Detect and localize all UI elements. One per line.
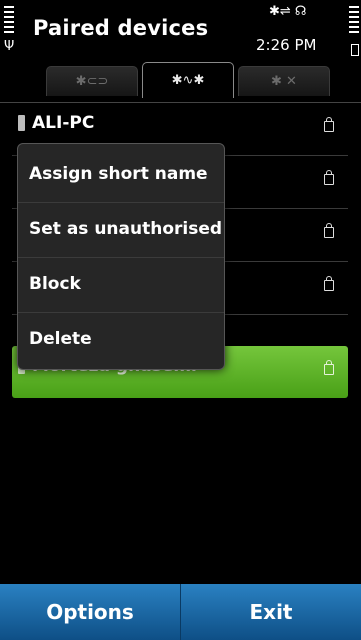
- softkey-bar: Options Exit: [0, 584, 361, 640]
- tab-blocked-devices[interactable]: ✱ ✕: [238, 66, 330, 96]
- page-title: Paired devices: [33, 16, 209, 40]
- device-name: ALI-PC: [32, 113, 95, 133]
- bluetooth-status-icon: ✱⇌ ☊: [269, 4, 307, 19]
- menu-item-label: Delete: [29, 329, 92, 349]
- tab-paired-devices[interactable]: ✱∿✱: [142, 62, 234, 98]
- menu-item-delete[interactable]: Delete: [18, 313, 224, 368]
- menu-item-label: Block: [29, 274, 81, 294]
- lock-icon: [324, 117, 334, 132]
- tab-bluetooth-settings[interactable]: ✱⊂⊃: [46, 66, 138, 96]
- lock-icon: [324, 360, 334, 375]
- options-button[interactable]: Options: [0, 584, 180, 640]
- clock: 2:26 PM: [256, 36, 317, 54]
- menu-item-label: Assign short name: [29, 164, 208, 184]
- menu-item-label: Set as unauthorised: [29, 219, 223, 239]
- menu-item-set-unauthorised[interactable]: Set as unauthorised: [18, 203, 224, 258]
- lock-icon: [324, 276, 334, 291]
- battery-icon: [351, 44, 359, 56]
- tab-bar: ✱⊂⊃ ✱∿✱ ✱ ✕: [46, 62, 332, 102]
- menu-item-assign-short-name[interactable]: Assign short name: [18, 148, 224, 203]
- device-icon: [18, 115, 25, 131]
- antenna-icon: Ψ: [4, 39, 15, 54]
- exit-button[interactable]: Exit: [181, 584, 361, 640]
- lock-icon: [324, 170, 334, 185]
- menu-item-block[interactable]: Block: [18, 258, 224, 313]
- lock-icon: [324, 223, 334, 238]
- status-bar: Ψ Paired devices ✱⇌ ☊ 2:26 PM: [0, 0, 361, 68]
- context-menu: Assign short name Set as unauthorised Bl…: [17, 143, 225, 370]
